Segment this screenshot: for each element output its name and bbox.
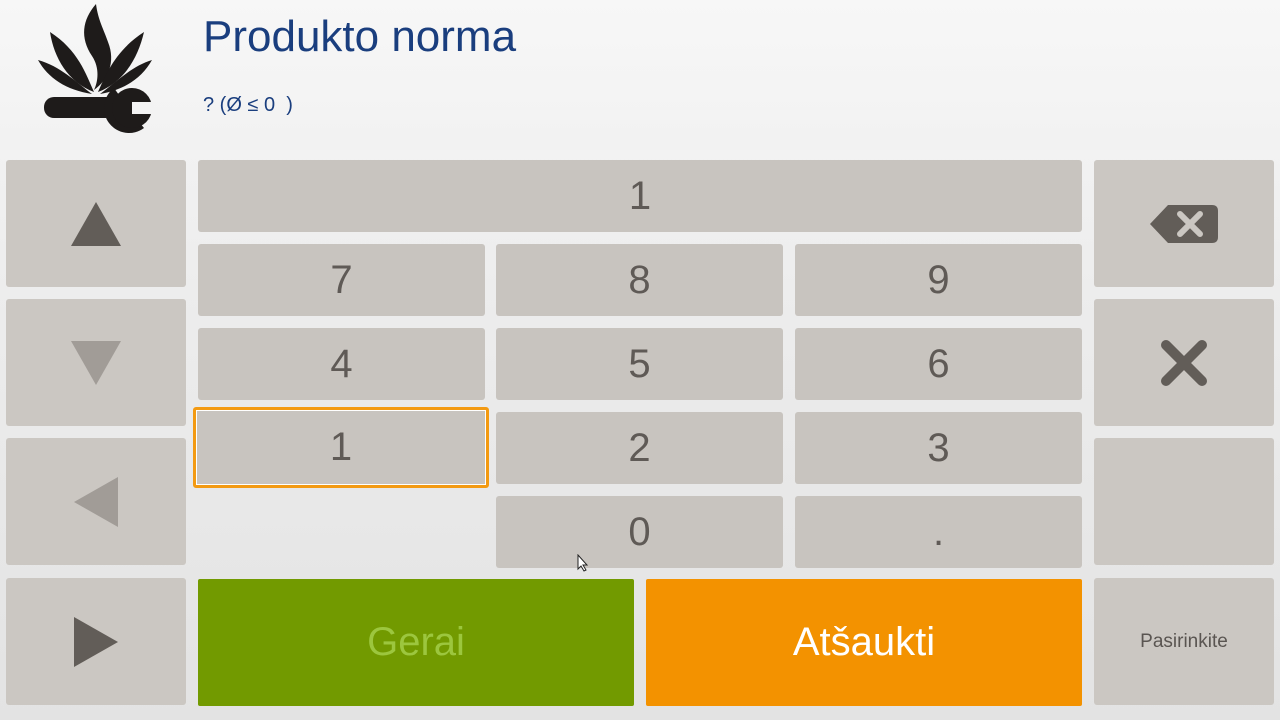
key-8[interactable]: 8 <box>496 244 783 316</box>
up-button[interactable] <box>6 160 186 287</box>
page-title: Produkto norma <box>203 12 517 61</box>
key-3[interactable]: 3 <box>795 412 1082 484</box>
choose-button[interactable]: Pasirinkite <box>1094 578 1274 705</box>
key-2[interactable]: 2 <box>496 412 783 484</box>
backspace-button[interactable] <box>1094 160 1274 287</box>
value-display: 1 <box>198 160 1082 232</box>
mouse-cursor-icon <box>577 554 589 572</box>
key-decimal-point[interactable]: . <box>795 496 1082 568</box>
display-value: 1 <box>628 173 652 218</box>
key-6[interactable]: 6 <box>795 328 1082 400</box>
left-button[interactable] <box>6 438 186 565</box>
triangle-down-icon <box>71 340 121 385</box>
key-7[interactable]: 7 <box>198 244 485 316</box>
key-0[interactable]: 0 <box>496 496 783 568</box>
close-icon <box>1161 339 1207 386</box>
cancel-button[interactable]: Atšaukti <box>646 579 1082 706</box>
triangle-up-icon <box>71 201 121 246</box>
key-5[interactable]: 5 <box>496 328 783 400</box>
right-button[interactable] <box>6 578 186 705</box>
key-4[interactable]: 4 <box>198 328 485 400</box>
ok-button[interactable]: Gerai <box>198 579 634 706</box>
empty-side-button <box>1094 438 1274 565</box>
key-1[interactable]: 1 <box>193 407 489 488</box>
clear-button[interactable] <box>1094 299 1274 426</box>
triangle-right-icon <box>74 616 118 667</box>
key-9[interactable]: 9 <box>795 244 1082 316</box>
triangle-left-icon <box>74 476 118 527</box>
down-button[interactable] <box>6 299 186 426</box>
value-range-hint: ? (Ø ≤ 0 ) <box>203 94 293 116</box>
backspace-icon <box>1150 204 1218 243</box>
plant-wrench-logo <box>38 4 154 133</box>
